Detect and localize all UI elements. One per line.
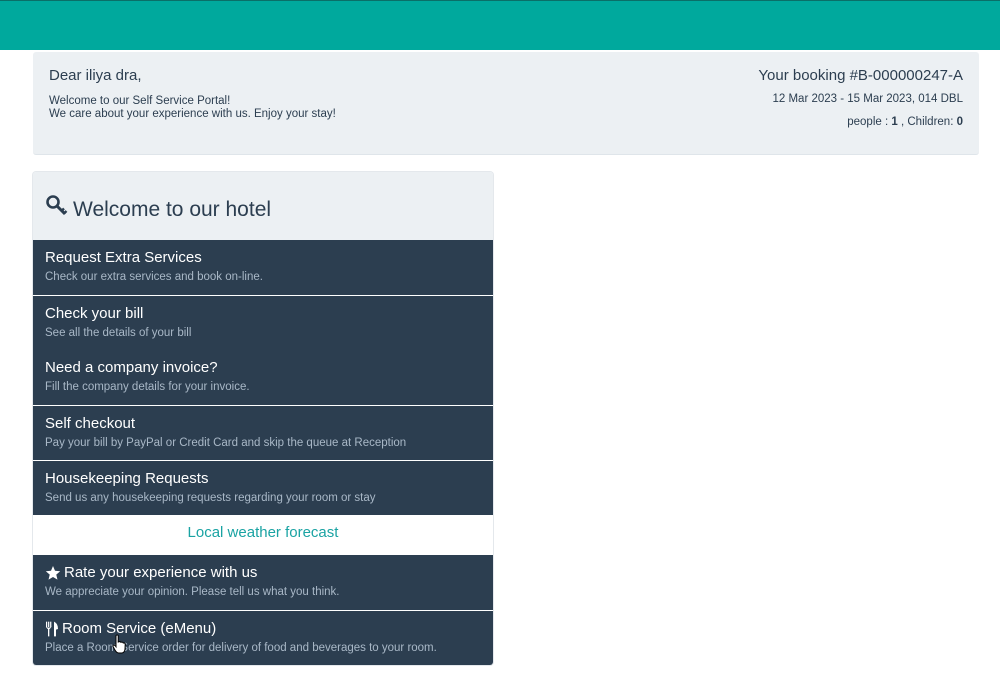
menu-item-title: Room Service (eMenu) xyxy=(62,620,217,637)
menu-item-subtitle: Fill the company details for your invoic… xyxy=(45,381,250,393)
guest-greeting: Dear iliya dra, xyxy=(49,67,142,84)
guest-info-panel: Dear iliya dra, Welcome to our Self Serv… xyxy=(33,52,979,155)
menu-item-title: Request Extra Services xyxy=(45,249,202,266)
menu-item-subtitle: Pay your bill by PayPal or Credit Card a… xyxy=(45,437,407,449)
menu-item-room-service[interactable]: Room Service (eMenu) Place a Room Servic… xyxy=(33,610,493,665)
menu-item-subtitle: We appreciate your opinion. Please tell … xyxy=(45,586,340,598)
menu-item-subtitle: See all the details of your bill xyxy=(45,327,192,339)
menu-item-company-invoice[interactable]: Need a company invoice? Fill the company… xyxy=(33,350,493,405)
menu-item-check-bill[interactable]: Check your bill See all the details of y… xyxy=(33,295,493,350)
weather-forecast-link[interactable]: Local weather forecast xyxy=(33,515,493,555)
booking-occupancy: people : 1 , Children: 0 xyxy=(847,116,963,128)
menu-item-rate-experience[interactable]: Rate your experience with us We apprecia… xyxy=(33,555,493,610)
menu-item-self-checkout[interactable]: Self checkout Pay your bill by PayPal or… xyxy=(33,405,493,460)
menu-item-title: Self checkout xyxy=(45,415,136,432)
hotel-panel-header: Welcome to our hotel xyxy=(33,172,493,240)
hotel-services-panel: Welcome to our hotel Request Extra Servi… xyxy=(33,172,493,665)
booking-number: Your booking #B-000000247-A xyxy=(758,67,963,84)
key-icon xyxy=(45,194,69,218)
menu-item-subtitle: Check our extra services and book on-lin… xyxy=(45,271,263,283)
welcome-submessage: We care about your experience with us. E… xyxy=(49,108,336,120)
star-icon xyxy=(45,566,61,580)
menu-item-housekeeping[interactable]: Housekeeping Requests Send us any housek… xyxy=(33,460,493,515)
menu-item-subtitle: Send us any housekeeping requests regard… xyxy=(45,492,376,504)
menu-item-title: Check your bill xyxy=(45,305,144,322)
booking-dates: 12 Mar 2023 - 15 Mar 2023, 014 DBL xyxy=(772,93,963,105)
hotel-panel-title: Welcome to our hotel xyxy=(73,198,272,221)
children-count: 0 xyxy=(956,116,963,128)
menu-item-title: Rate your experience with us xyxy=(64,564,258,581)
menu-item-extra-services[interactable]: Request Extra Services Check our extra s… xyxy=(33,240,493,295)
children-label: , Children: xyxy=(897,116,957,128)
menu-item-subtitle: Place a Room Service order for delivery … xyxy=(45,642,437,654)
menu-item-title: Need a company invoice? xyxy=(45,359,218,376)
welcome-message: Welcome to our Self Service Portal! xyxy=(49,95,231,107)
menu-item-title-row: Room Service (eMenu) xyxy=(45,611,493,638)
people-label: people : xyxy=(847,116,892,128)
menu-item-title: Housekeeping Requests xyxy=(45,470,209,487)
menu-item-title-row: Rate your experience with us xyxy=(45,555,493,582)
top-bar xyxy=(0,0,1000,50)
utensils-icon xyxy=(46,621,58,637)
